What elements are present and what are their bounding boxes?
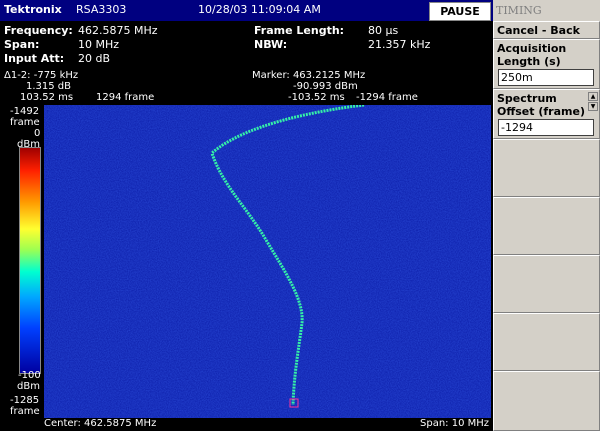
span-value: 10 MHz [78, 38, 120, 51]
brand-logo: Tektronix [4, 3, 62, 16]
delta-level: 1.315 dB [26, 81, 72, 92]
span-readout: Span: 10 MHz [420, 418, 490, 429]
marker-level: -90.993 dBm [293, 81, 358, 92]
spectrum-offset-button[interactable]: Spectrum Offset (frame) ▲ ▼ [493, 89, 600, 139]
spin-up-icon[interactable]: ▲ [588, 92, 598, 101]
bottom-bar: Center: 462.5875 MHz Span: 10 MHz [0, 418, 493, 431]
spectrum-offset-label: Spectrum Offset (frame) [497, 92, 585, 118]
marker-readout: Δ1-2: -775 kHz 1.315 dB 103.52 ms 1294 f… [0, 69, 493, 105]
menu-title: TIMING [493, 0, 600, 21]
acquisition-length-input[interactable] [498, 69, 594, 86]
bottom-frame-unit: frame [10, 406, 40, 417]
colorbar-max-level: 0 [34, 128, 41, 139]
frame-length-label: Frame Length: [254, 24, 345, 37]
nbw-label: NBW: [254, 38, 288, 51]
side-button-8[interactable] [493, 371, 600, 431]
top-frame-value: -1492 [10, 106, 40, 117]
nbw-value: 21.357 kHz [368, 38, 431, 51]
marker-freq: Marker: 463.2125 MHz [252, 70, 366, 81]
colorbar [19, 147, 41, 374]
side-button-5[interactable] [493, 197, 600, 255]
side-menu: TIMING Cancel - Back Acquisition Length … [493, 0, 600, 431]
spectrum-offset-input[interactable] [498, 119, 594, 136]
side-button-4[interactable] [493, 139, 600, 197]
pause-button[interactable]: PAUSE [429, 2, 491, 21]
delta-freq: Δ1-2: -775 kHz [4, 70, 79, 81]
acquisition-length-label: Acquisition Length (s) [497, 42, 567, 68]
delta-frame: 1294 frame [96, 92, 155, 103]
delta-time: 103.52 ms [20, 92, 74, 103]
acquisition-length-button[interactable]: Acquisition Length (s) [493, 39, 600, 89]
frame-length-value: 80 µs [368, 24, 399, 37]
title-bar: Tektronix RSA3303 10/28/03 11:09:04 AM P… [0, 0, 493, 21]
plot-noise [44, 105, 491, 418]
side-button-6[interactable] [493, 255, 600, 313]
settings-panel: Frequency: 462.5875 MHz Span: 10 MHz Inp… [0, 21, 493, 69]
colorbar-min-unit: dBm [17, 381, 40, 392]
input-att-label: Input Att: [4, 52, 65, 65]
center-frequency: Center: 462.5875 MHz [44, 418, 157, 429]
colorbar-min-level: -100 [18, 370, 41, 381]
spin-down-icon[interactable]: ▼ [588, 102, 598, 111]
datetime: 10/28/03 11:09:04 AM [198, 3, 321, 16]
span-label: Span: [4, 38, 40, 51]
top-frame-unit: frame [10, 117, 40, 128]
marker-time: -103.52 ms [288, 92, 345, 103]
marker-frame: -1294 frame [356, 92, 418, 103]
frequency-value: 462.5875 MHz [78, 24, 158, 37]
input-att-value: 20 dB [78, 52, 111, 65]
side-button-7[interactable] [493, 313, 600, 371]
spectrogram-plot[interactable] [44, 105, 491, 418]
cancel-back-button[interactable]: Cancel - Back [493, 21, 600, 39]
model-name: RSA3303 [76, 3, 127, 16]
frequency-label: Frequency: [4, 24, 73, 37]
bottom-frame-value: -1285 [10, 395, 40, 406]
